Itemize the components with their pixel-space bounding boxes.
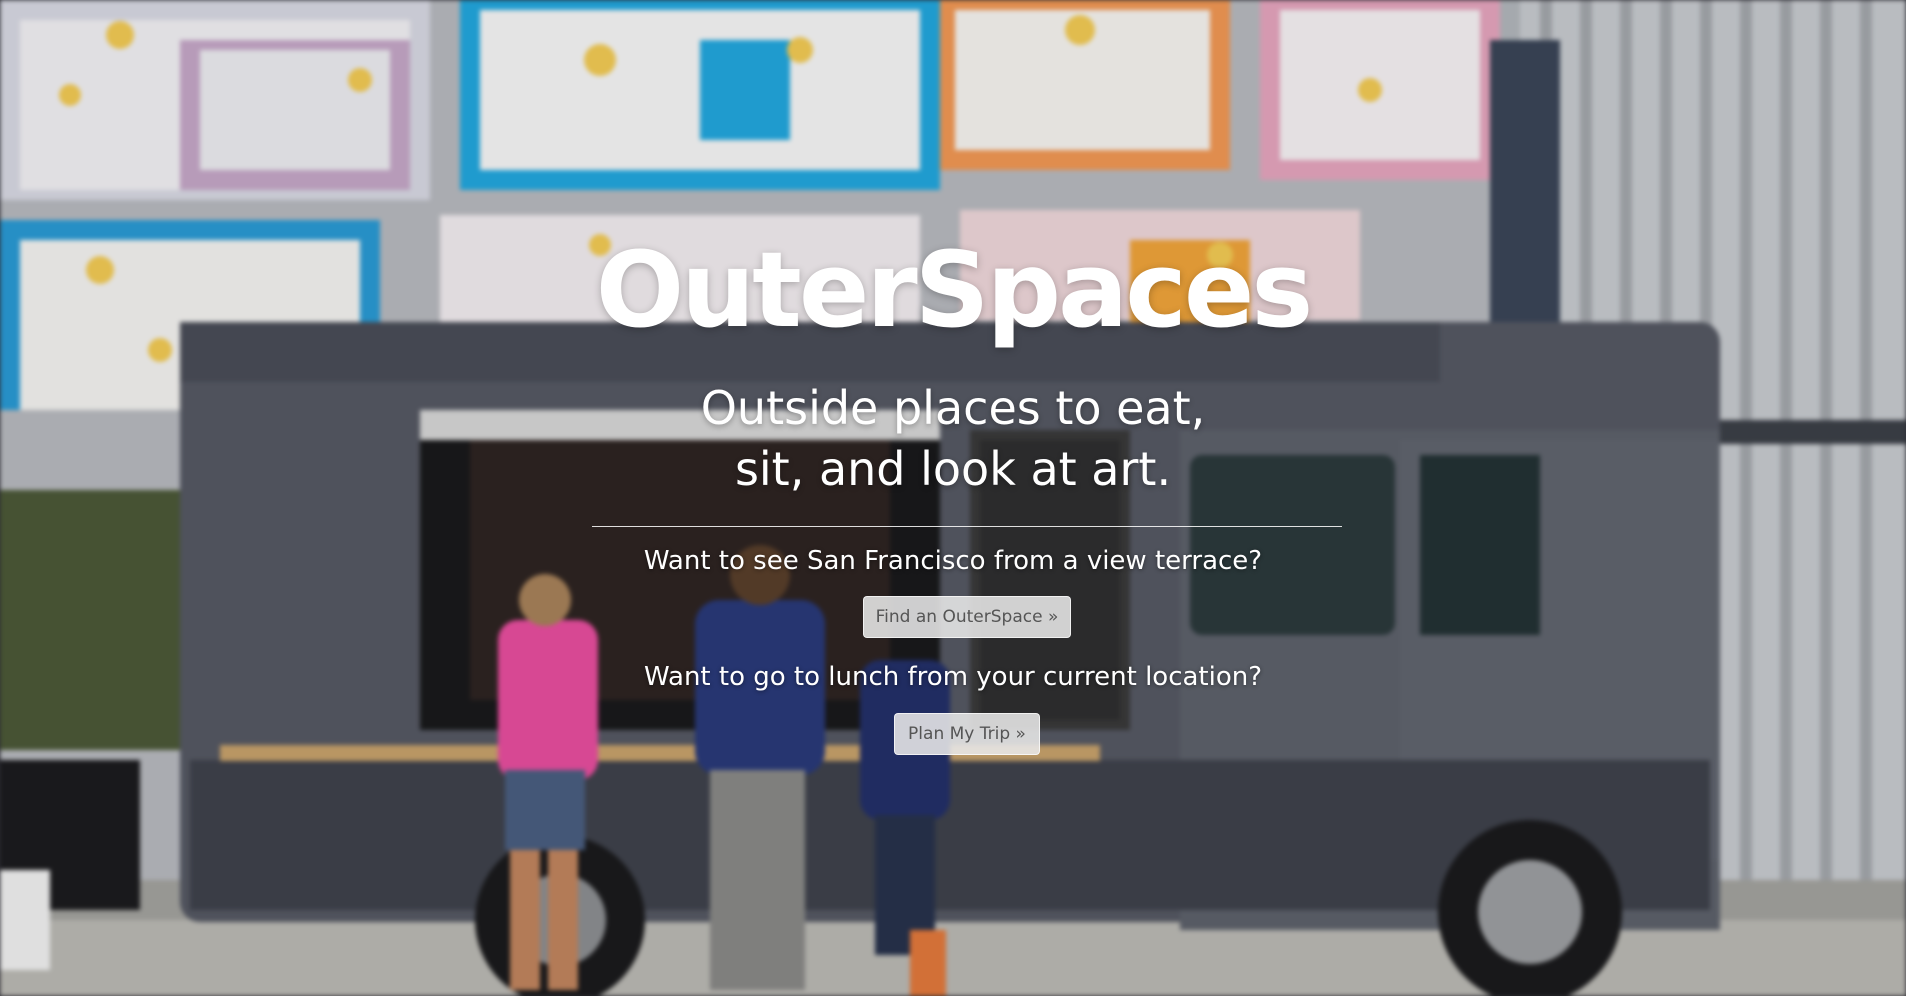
- lunch-question: Want to go to lunch from your current lo…: [643, 662, 1263, 692]
- tagline-line-2: sit, and look at art.: [734, 442, 1172, 496]
- plan-my-trip-button[interactable]: Plan My Trip »: [894, 713, 1040, 755]
- brand-title: OuterSpaces: [595, 229, 1314, 351]
- tagline: Outside places to eat, sit, and look at …: [0, 378, 1906, 500]
- view-terrace-question: Want to see San Francisco from a view te…: [643, 546, 1263, 576]
- tagline-line-1: Outside places to eat,: [700, 381, 1206, 435]
- hero-content: OuterSpaces Outside places to eat, sit, …: [0, 0, 1906, 996]
- hero: OuterSpaces Outside places to eat, sit, …: [0, 0, 1906, 996]
- find-outerspace-button[interactable]: Find an OuterSpace »: [863, 596, 1071, 638]
- divider: [592, 526, 1342, 527]
